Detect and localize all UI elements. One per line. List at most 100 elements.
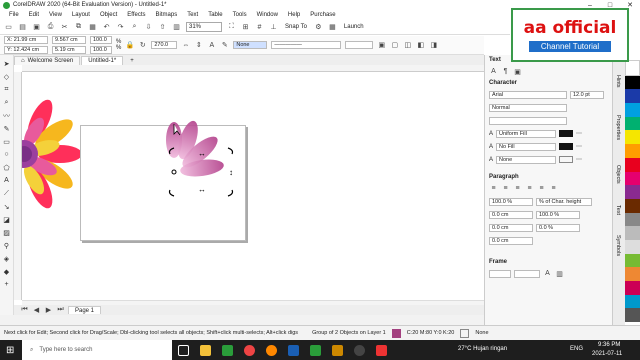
paste-icon[interactable]: ▦ <box>88 23 97 32</box>
menu-tools[interactable]: Tools <box>228 12 252 18</box>
language-indicator[interactable]: ENG <box>570 346 583 352</box>
align-left-icon[interactable]: ≡ <box>501 184 510 193</box>
dock-tab-symbols[interactable]: Symbols <box>615 235 621 256</box>
align-justify-icon[interactable]: ≡ <box>537 184 546 193</box>
outline-more-icon[interactable]: ⋯ <box>576 156 582 163</box>
clock-time[interactable]: 9:36 PM <box>598 342 620 348</box>
font-size-field[interactable]: 12.0 pt <box>570 90 604 99</box>
horizontal-ruler[interactable] <box>22 65 484 72</box>
ellipse-tool-icon[interactable]: ○ <box>2 150 11 159</box>
align-right-icon[interactable]: ≡ <box>525 184 534 193</box>
search-content-icon[interactable]: ⌕ <box>130 23 139 32</box>
app-icon[interactable] <box>304 340 326 360</box>
menu-help[interactable]: Help <box>283 12 305 18</box>
spacing-unit-select[interactable]: % of Char. height <box>536 197 592 206</box>
menu-table[interactable]: Table <box>203 12 227 18</box>
frame-icon[interactable]: ▣ <box>513 67 522 76</box>
guidelines-icon[interactable]: ⊥ <box>269 23 278 32</box>
interactive-fill-icon[interactable]: ◈ <box>2 254 11 263</box>
menu-edit[interactable]: Edit <box>24 12 44 18</box>
dock-tab-properties[interactable]: Properties <box>615 115 621 140</box>
vertical-ruler[interactable] <box>14 72 22 300</box>
obs-icon[interactable] <box>348 340 370 360</box>
paragraph-icon[interactable]: ¶ <box>501 67 510 76</box>
firefox-icon[interactable] <box>260 340 282 360</box>
crop-tool-icon[interactable]: ⌗ <box>2 85 11 94</box>
menu-file[interactable]: File <box>4 12 24 18</box>
first-line-indent-field[interactable]: 0.0 cm <box>489 223 533 232</box>
redo-icon[interactable]: ↷ <box>116 23 125 32</box>
scale-y-field[interactable]: 100.0 <box>90 46 112 54</box>
menu-window[interactable]: Window <box>252 12 283 18</box>
new-tab-plus-icon[interactable]: + <box>124 56 140 65</box>
background-color-swatch[interactable] <box>559 143 574 150</box>
print-icon[interactable]: ⎙ <box>46 23 55 32</box>
pick-tool-icon[interactable]: ➤ <box>2 59 11 68</box>
launch-icon[interactable]: ▦ <box>328 23 337 32</box>
fill-color-swatch[interactable] <box>559 130 574 137</box>
frame-text-icon[interactable]: A <box>543 269 552 278</box>
weather-text[interactable]: 27°C Hujan ringan <box>458 346 507 352</box>
combine-icon[interactable]: ◫ <box>403 41 412 50</box>
mirror-vertical-icon[interactable]: ⇕ <box>194 41 203 50</box>
new-document-icon[interactable]: ▭ <box>4 23 13 32</box>
char-spacing-field[interactable]: 100.0 % <box>536 210 580 219</box>
fill-more-icon[interactable]: ⋯ <box>576 130 582 137</box>
underline-select[interactable] <box>489 116 567 125</box>
outline-width-select[interactable]: None <box>233 41 268 49</box>
dock-tab-hints[interactable]: Hints <box>615 75 621 88</box>
smart-fill-icon[interactable]: ◆ <box>2 267 11 276</box>
save-icon[interactable]: ▣ <box>32 23 41 32</box>
parallel-dimension-icon[interactable]: ⟋ <box>2 189 11 198</box>
cut-icon[interactable]: ✂ <box>60 23 69 32</box>
options-gear-icon[interactable]: ⚙ <box>314 23 323 32</box>
first-page-icon[interactable]: ⏮ <box>20 306 29 315</box>
ungroup-icon[interactable]: ▢ <box>390 41 399 50</box>
align-force-icon[interactable]: ≡ <box>549 184 558 193</box>
polygon-tool-icon[interactable]: ⬠ <box>2 163 11 172</box>
trim-icon[interactable]: ◨ <box>429 41 438 50</box>
menu-text[interactable]: Text <box>182 12 203 18</box>
fill-type-select[interactable]: Uniform Fill <box>496 129 557 138</box>
snap-to-dropdown[interactable]: Snap To <box>283 22 309 32</box>
width-field[interactable]: 9.567 cm <box>52 36 86 44</box>
word-spacing-field[interactable]: 0.0 % <box>536 223 580 232</box>
text-tool-icon[interactable]: A <box>2 176 11 185</box>
artistic-media-icon[interactable]: ✎ <box>2 124 11 133</box>
rotate-icon[interactable]: ↻ <box>138 41 147 50</box>
drop-shadow-icon[interactable]: ◪ <box>2 215 11 224</box>
fill-swatch[interactable] <box>391 328 401 338</box>
dock-tab-text[interactable]: Text <box>615 205 621 215</box>
frame-fill-select[interactable] <box>489 269 511 278</box>
last-page-icon[interactable]: ⏭ <box>56 306 65 315</box>
full-screen-icon[interactable]: ⛶ <box>227 23 236 32</box>
menu-view[interactable]: View <box>44 12 67 18</box>
line-style-select[interactable]: ————— <box>271 41 342 49</box>
add-tool-icon[interactable]: + <box>2 280 11 289</box>
outline-swatch[interactable] <box>460 328 470 338</box>
petal-group[interactable]: ↔ ↔ ↕ <box>150 110 250 200</box>
zoom-level-select[interactable]: 31% <box>186 22 222 32</box>
x-position-field[interactable]: X: 21.99 cm <box>4 36 48 44</box>
menu-effects[interactable]: Effects <box>122 12 150 18</box>
line-spacing-field[interactable]: 100.0 % <box>489 197 533 206</box>
align-center-icon[interactable]: ≡ <box>513 184 522 193</box>
outline-pen-icon[interactable]: ✎ <box>220 41 229 50</box>
export-icon[interactable]: ⇧ <box>158 23 167 32</box>
lock-ratio-icon[interactable]: 🔒 <box>125 41 134 50</box>
menu-purchase[interactable]: Purchase <box>305 12 340 18</box>
align-none-icon[interactable]: ≡ <box>489 184 498 193</box>
text-icon[interactable]: A <box>207 41 216 50</box>
line-end-select[interactable] <box>345 41 374 49</box>
grid-icon[interactable]: # <box>255 23 264 32</box>
copy-icon[interactable]: ⧉ <box>74 23 83 32</box>
outline-select[interactable]: None <box>496 155 557 164</box>
rotation-angle-field[interactable]: 270.0 <box>151 41 178 49</box>
zoom-tool-icon[interactable]: ⌕ <box>2 98 11 107</box>
background-fill-select[interactable]: No Fill <box>496 142 557 151</box>
freehand-tool-icon[interactable]: 〰 <box>2 111 11 120</box>
undo-icon[interactable]: ↶ <box>102 23 111 32</box>
mirror-horizontal-icon[interactable]: ⇔ <box>181 41 190 50</box>
taskbar-search[interactable]: ⌕ Type here to search <box>22 340 172 360</box>
illustrator-icon[interactable] <box>326 340 348 360</box>
